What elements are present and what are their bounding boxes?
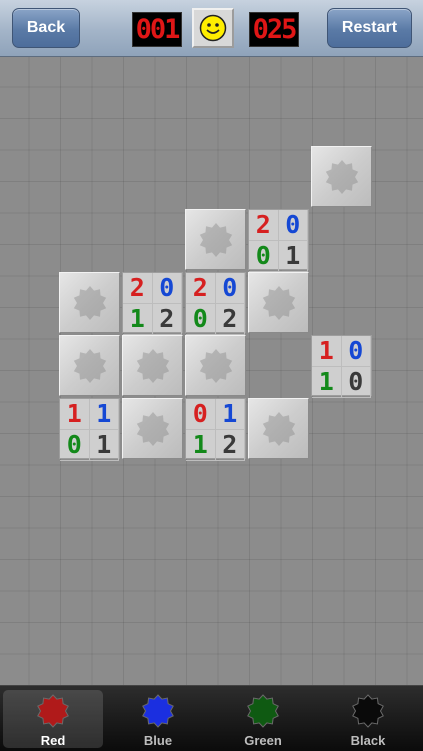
red-count: 2 xyxy=(249,210,279,241)
blue-count: 0 xyxy=(152,273,182,304)
covered-cell[interactable] xyxy=(122,398,183,459)
blue-count: 1 xyxy=(215,399,245,430)
revealed-cell[interactable]: 1101 xyxy=(59,398,120,461)
move-counter: 001 xyxy=(132,12,182,47)
black-count: 0 xyxy=(341,367,371,398)
green-mine-icon xyxy=(247,694,279,728)
green-count: 1 xyxy=(186,430,216,461)
top-toolbar: Back 001 025 Restart xyxy=(0,0,423,57)
revealed-cell[interactable]: 1010 xyxy=(311,335,372,398)
tab-green[interactable]: Green xyxy=(213,690,313,748)
hidden-mine-icon xyxy=(262,412,296,446)
covered-cell[interactable] xyxy=(59,335,120,396)
tab-red[interactable]: Red xyxy=(3,690,103,748)
red-count: 2 xyxy=(123,273,153,304)
smiley-face-button[interactable] xyxy=(192,8,234,48)
color-tab-bar: Red Blue Green Black xyxy=(0,685,423,751)
blue-mine-icon xyxy=(142,694,174,728)
tab-label: Black xyxy=(350,733,386,748)
covered-cell[interactable] xyxy=(59,272,120,333)
game-board: 200120122002101011010112 xyxy=(0,57,423,685)
black-count: 1 xyxy=(89,430,119,461)
revealed-cell[interactable]: 2002 xyxy=(185,272,246,335)
hidden-mine-icon xyxy=(199,223,233,257)
green-count: 1 xyxy=(123,304,153,335)
hidden-mine-icon xyxy=(325,160,359,194)
red-count: 1 xyxy=(312,336,342,367)
black-count: 2 xyxy=(215,430,245,461)
red-count: 0 xyxy=(186,399,216,430)
tab-blue[interactable]: Blue xyxy=(108,690,208,748)
blue-count: 0 xyxy=(341,336,371,367)
blue-count: 1 xyxy=(89,399,119,430)
smiley-face-icon xyxy=(199,14,227,42)
red-count: 2 xyxy=(186,273,216,304)
covered-cell[interactable] xyxy=(185,209,246,270)
red-count: 1 xyxy=(60,399,90,430)
covered-cell[interactable] xyxy=(122,335,183,396)
back-button[interactable]: Back xyxy=(12,8,80,48)
black-count: 2 xyxy=(152,304,182,335)
mines-remaining-counter: 025 xyxy=(249,12,299,47)
covered-cell[interactable] xyxy=(311,146,372,207)
green-count: 1 xyxy=(312,367,342,398)
tab-label: Red xyxy=(40,733,66,748)
black-count: 2 xyxy=(215,304,245,335)
covered-cell[interactable] xyxy=(185,335,246,396)
blue-count: 0 xyxy=(278,210,308,241)
tab-label: Blue xyxy=(143,733,173,748)
blue-count: 0 xyxy=(215,273,245,304)
hidden-mine-icon xyxy=(73,286,107,320)
covered-cell[interactable] xyxy=(248,398,309,459)
hidden-mine-icon xyxy=(73,349,107,383)
hidden-mine-icon xyxy=(136,349,170,383)
revealed-cell[interactable]: 0112 xyxy=(185,398,246,461)
black-count: 1 xyxy=(278,241,308,272)
green-count: 0 xyxy=(249,241,279,272)
black-mine-icon xyxy=(352,694,384,728)
revealed-cell[interactable]: 2012 xyxy=(122,272,183,335)
hidden-mine-icon xyxy=(136,412,170,446)
covered-cell[interactable] xyxy=(248,272,309,333)
restart-button[interactable]: Restart xyxy=(327,8,412,48)
tab-label: Green xyxy=(244,733,282,748)
green-count: 0 xyxy=(186,304,216,335)
tab-black[interactable]: Black xyxy=(318,690,418,748)
green-count: 0 xyxy=(60,430,90,461)
revealed-cell[interactable]: 2001 xyxy=(248,209,309,272)
hidden-mine-icon xyxy=(199,349,233,383)
red-mine-icon xyxy=(37,694,69,728)
hidden-mine-icon xyxy=(262,286,296,320)
